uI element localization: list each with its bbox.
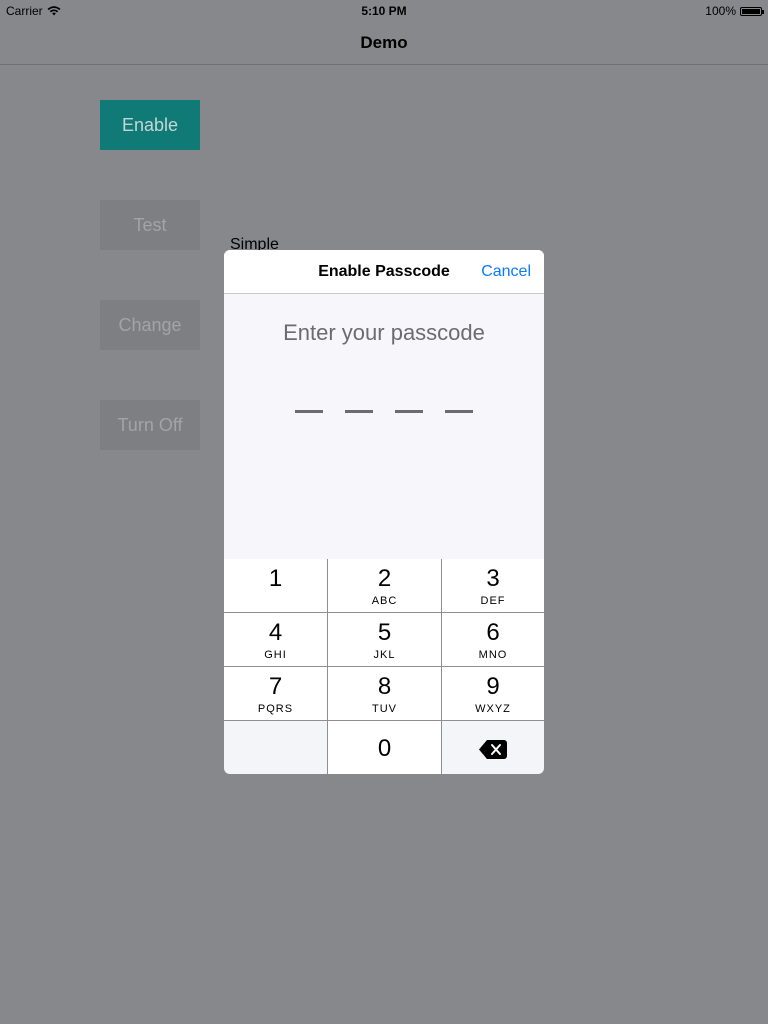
passcode-prompt: Enter your passcode	[283, 320, 485, 345]
key-letters: PQRS	[257, 703, 294, 715]
key-8[interactable]: 8 TUV	[328, 667, 441, 720]
status-time: 5:10 PM	[361, 4, 407, 18]
nav-bar: Demo	[0, 22, 768, 65]
key-letters: ABC	[371, 595, 398, 607]
passcode-indicator	[224, 410, 544, 414]
key-digit: 2	[377, 565, 392, 592]
enable-button[interactable]: Enable	[100, 100, 200, 150]
key-7[interactable]: 7 PQRS	[224, 667, 327, 720]
passcode-digit-slot	[345, 410, 373, 413]
key-3[interactable]: 3 DEF	[442, 559, 544, 612]
key-letters: GHI	[264, 649, 287, 661]
passcode-digit-slot	[295, 410, 323, 413]
change-button[interactable]: Change	[100, 300, 200, 350]
backspace-icon	[479, 740, 507, 759]
key-digit: 1	[268, 565, 283, 592]
key-0[interactable]: 0	[328, 721, 441, 774]
delete-key[interactable]	[442, 721, 544, 774]
battery-percent: 100%	[705, 4, 736, 18]
key-1[interactable]: 1	[224, 559, 327, 612]
key-5[interactable]: 5 JKL	[328, 613, 441, 666]
key-2[interactable]: 2 ABC	[328, 559, 441, 612]
key-digit: 7	[268, 673, 283, 700]
key-digit: 4	[268, 619, 283, 646]
modal-header: Enable Passcode Cancel	[224, 250, 544, 294]
battery-group: 100%	[705, 0, 764, 22]
battery-icon	[740, 6, 764, 16]
status-bar: Carrier 5:10 PM 100%	[0, 0, 768, 22]
key-letters: WXYZ	[475, 703, 511, 715]
key-digit: 9	[486, 673, 500, 700]
key-digit: 5	[377, 619, 392, 646]
passcode-digit-slot	[445, 410, 473, 413]
nav-title: Demo	[360, 33, 408, 52]
key-blank	[224, 721, 327, 774]
cancel-button[interactable]: Cancel	[481, 263, 531, 281]
key-digit: 3	[486, 565, 500, 592]
numeric-keypad: 1 2 ABC 3 DEF 4 GHI 5 JKL 6 MNO 7 PQRS 8…	[224, 559, 544, 774]
key-6[interactable]: 6 MNO	[442, 613, 544, 666]
passcode-modal: Enable Passcode Cancel Enter your passco…	[224, 250, 544, 774]
test-button[interactable]: Test	[100, 200, 200, 250]
key-digit: 6	[486, 619, 500, 646]
key-letters: JKL	[373, 649, 396, 661]
turn-off-button[interactable]: Turn Off	[100, 400, 200, 450]
key-letters: TUV	[372, 703, 397, 715]
key-digit: 8	[377, 673, 392, 700]
key-letters: DEF	[480, 595, 506, 607]
key-9[interactable]: 9 WXYZ	[442, 667, 544, 720]
key-digit: 0	[377, 735, 392, 762]
key-letters: MNO	[478, 649, 508, 661]
key-4[interactable]: 4 GHI	[224, 613, 327, 666]
passcode-digit-slot	[395, 410, 423, 413]
